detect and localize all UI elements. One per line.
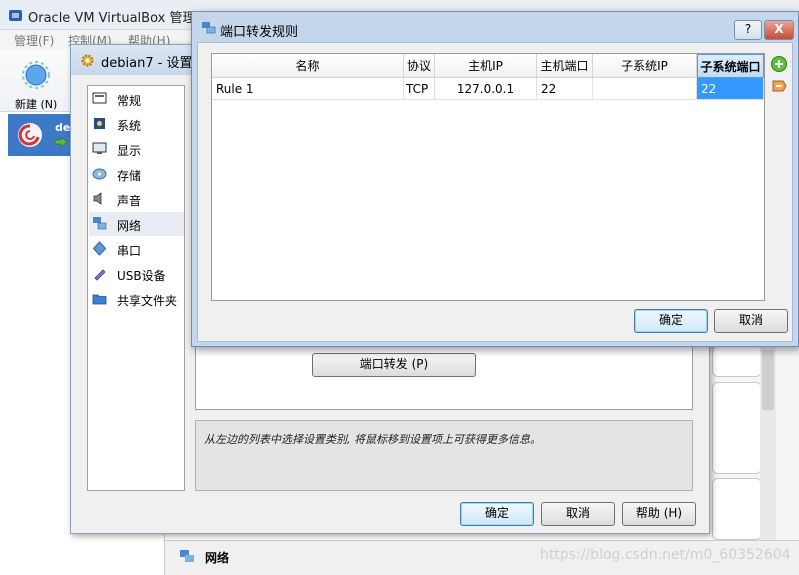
- disk-icon: [92, 168, 107, 180]
- category-network[interactable]: 网络: [89, 212, 184, 236]
- cell-guest-port[interactable]: 22: [697, 78, 764, 100]
- watermark: https://blog.csdn.net/m0_60352604: [540, 547, 791, 563]
- cell-protocol[interactable]: TCP: [404, 78, 435, 100]
- category-audio[interactable]: 声音: [89, 187, 184, 211]
- new-vm-label: 新建 (N): [15, 98, 58, 111]
- monitor-icon: [92, 142, 107, 154]
- remove-rule-icon[interactable]: [770, 77, 788, 95]
- bottom-section-title: 网络: [205, 551, 230, 565]
- details-group-edge: [712, 382, 762, 474]
- details-group-edge: [712, 345, 762, 377]
- port-rules-table[interactable]: 名称 协议 主机IP 主机端口 子系统IP 子系统端口 Rule 1 TCP 1…: [211, 53, 765, 301]
- column-header-name[interactable]: 名称: [212, 54, 404, 78]
- port-forwarding-dialog: 端口转发规则 ? X 名称 协议 主机IP 主机端口 子系统IP 子系统端口 R…: [191, 11, 799, 347]
- category-label: 网络: [117, 219, 142, 233]
- settings-title: debian7 - 设置: [101, 56, 193, 71]
- info-text: 从左边的列表中选择设置类别, 将鼠标移到设置项上可获得更多信息。: [204, 433, 541, 446]
- main-window-title: Oracle VM VirtualBox 管理器: [28, 11, 209, 26]
- gear-icon: [81, 54, 94, 67]
- new-sun-icon: [22, 61, 50, 89]
- cell-host-port[interactable]: 22: [537, 78, 593, 100]
- system-chip-icon: [94, 118, 105, 129]
- close-button[interactable]: X: [764, 20, 794, 40]
- category-label: 存储: [117, 169, 142, 183]
- network-section-icon: [180, 550, 194, 562]
- category-label: 常规: [117, 94, 142, 108]
- category-label: 声音: [117, 194, 142, 208]
- port-forwarding-title-bar: 端口转发规则 ? X: [192, 12, 798, 42]
- speaker-icon: [93, 192, 102, 205]
- vm-list-item[interactable]: de: [8, 114, 70, 156]
- column-header-host-port[interactable]: 主机端口: [537, 54, 593, 78]
- scrollbar-thumb[interactable]: [762, 350, 774, 410]
- category-storage[interactable]: 存储: [89, 162, 184, 186]
- column-header-protocol[interactable]: 协议: [404, 54, 435, 78]
- category-display[interactable]: 显示: [89, 137, 184, 161]
- add-rule-icon[interactable]: [770, 55, 788, 73]
- settings-category-list: 常规 系统 显示 存储 声音 网络 串口 USB设备 共享文件夹: [87, 85, 185, 491]
- port-forwarding-body: 名称 协议 主机IP 主机端口 子系统IP 子系统端口 Rule 1 TCP 1…: [197, 42, 793, 342]
- folder-icon: [92, 294, 107, 305]
- details-group-edge: [712, 478, 762, 540]
- usb-icon: [94, 269, 106, 281]
- category-label: 串口: [117, 244, 142, 258]
- settings-help-button[interactable]: 帮助 (H): [622, 502, 696, 526]
- cell-rule-name[interactable]: Rule 1: [212, 78, 404, 100]
- column-header-guest-port[interactable]: 子系统端口: [697, 54, 764, 78]
- cell-guest-ip[interactable]: [593, 78, 697, 100]
- running-arrow-icon: [54, 136, 68, 148]
- details-scrollbar[interactable]: [760, 340, 776, 540]
- new-vm-button[interactable]: 新建 (N): [8, 56, 64, 111]
- category-label: 显示: [117, 144, 142, 158]
- cell-host-ip[interactable]: 127.0.0.1: [435, 78, 537, 100]
- column-header-host-ip[interactable]: 主机IP: [435, 54, 537, 78]
- category-shared-folders[interactable]: 共享文件夹: [89, 287, 184, 311]
- settings-ok-button[interactable]: 确定: [460, 502, 534, 526]
- port-forwarding-ok-button[interactable]: 确定: [634, 309, 708, 333]
- general-icon: [92, 92, 107, 104]
- category-label: USB设备: [117, 269, 166, 283]
- serial-port-icon: [92, 241, 107, 256]
- category-label: 系统: [117, 119, 142, 133]
- port-forwarding-cancel-button[interactable]: 取消: [714, 309, 788, 333]
- column-header-guest-ip[interactable]: 子系统IP: [593, 54, 697, 78]
- info-box: 从左边的列表中选择设置类别, 将鼠标移到设置项上可获得更多信息。: [195, 420, 693, 491]
- category-general[interactable]: 常规: [89, 87, 184, 111]
- network-icon: [202, 22, 216, 34]
- port-forwarding-title: 端口转发规则: [220, 25, 299, 40]
- network-icon: [93, 217, 107, 230]
- category-usb[interactable]: USB设备: [89, 262, 184, 286]
- virtualbox-logo-icon: [9, 10, 22, 21]
- category-system[interactable]: 系统: [89, 112, 184, 136]
- category-serial[interactable]: 串口: [89, 237, 184, 261]
- help-button[interactable]: ?: [734, 20, 762, 40]
- vm-name: de: [55, 121, 71, 134]
- menu-file[interactable]: 管理(F): [14, 32, 54, 49]
- settings-cancel-button[interactable]: 取消: [541, 502, 615, 526]
- debian-swirl-icon: [18, 123, 42, 147]
- port-forwarding-button[interactable]: 端口转发 (P): [312, 353, 476, 377]
- category-label: 共享文件夹: [117, 294, 178, 308]
